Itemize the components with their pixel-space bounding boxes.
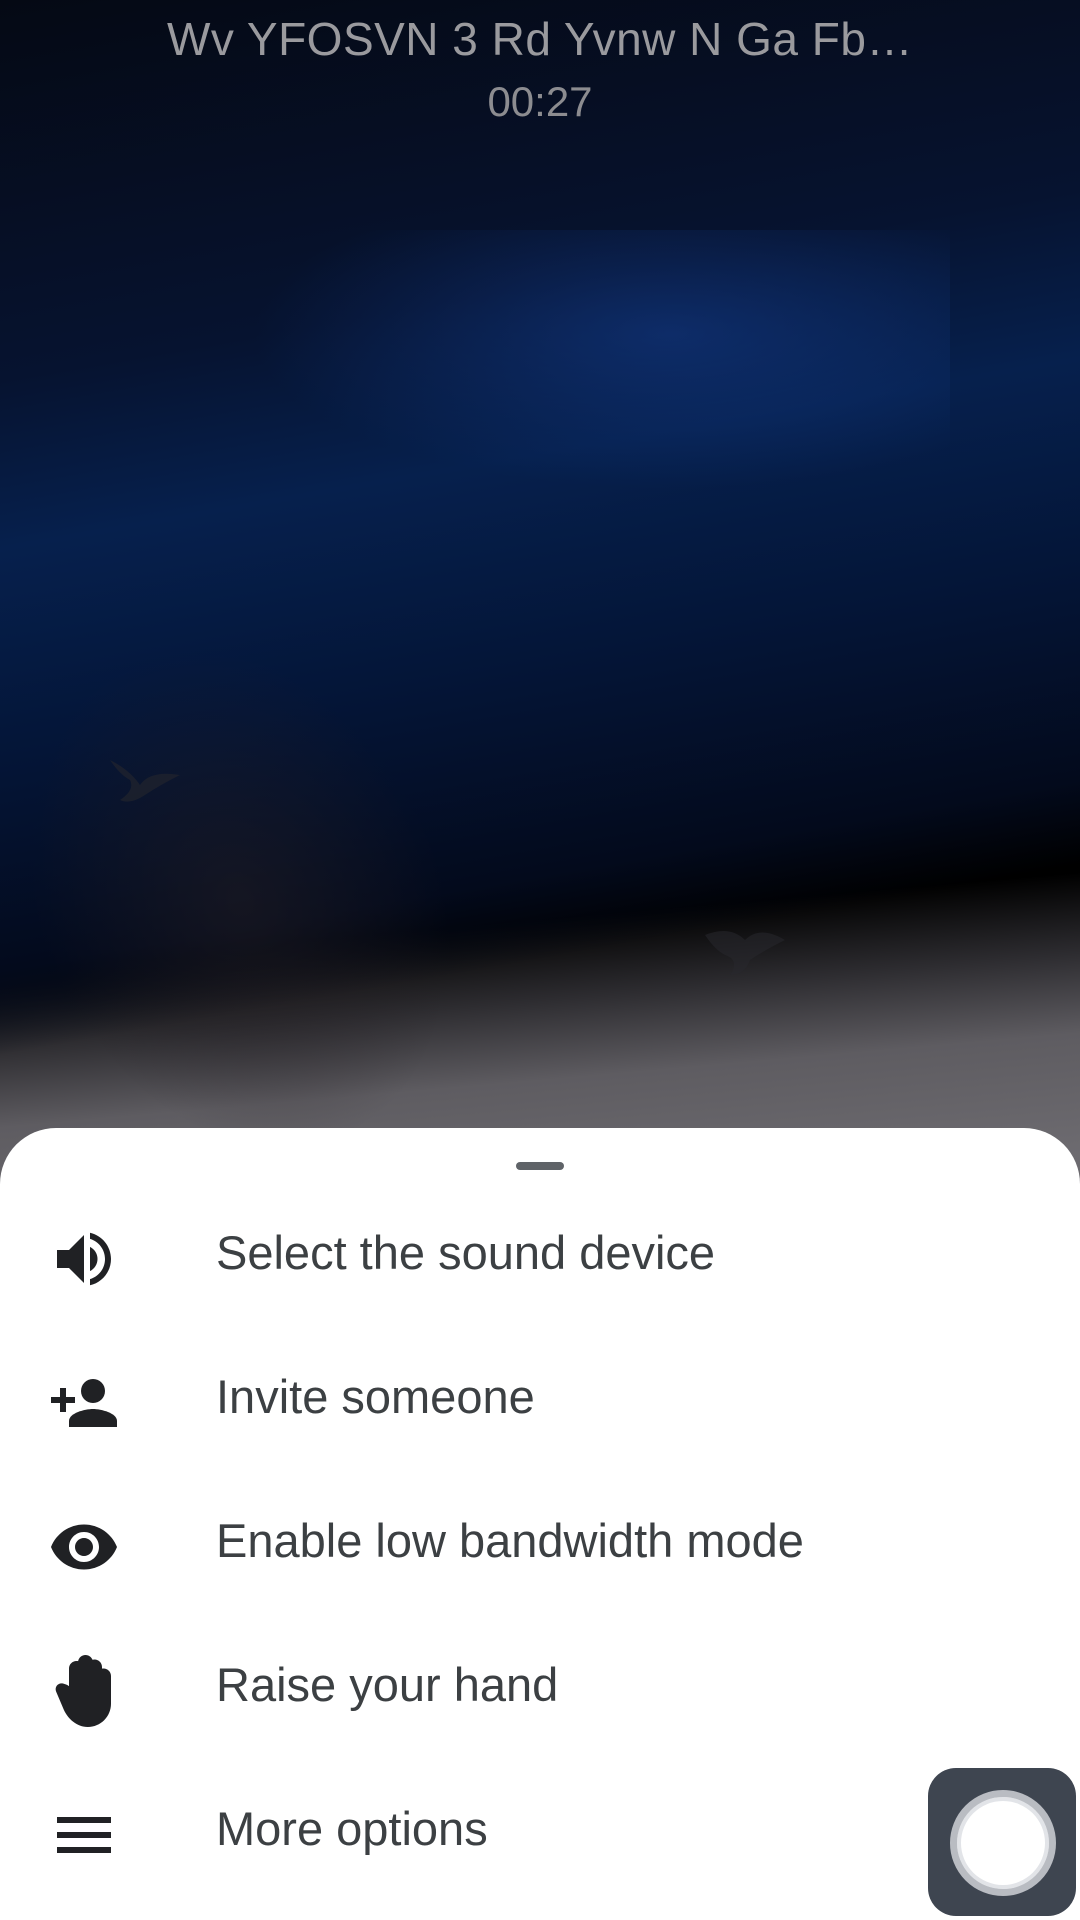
menu-item-invite-someone[interactable]: Invite someone	[0, 1325, 1080, 1469]
menu-item-more-options[interactable]: More options	[0, 1757, 1080, 1901]
menu-item-label: More options	[216, 1802, 488, 1855]
fabric-pattern-icon	[110, 760, 180, 802]
menu-item-label: Raise your hand	[216, 1658, 559, 1711]
bottom-sheet-menu: Select the sound device Invite someone E…	[0, 1128, 1080, 1920]
menu-item-label: Invite someone	[216, 1370, 535, 1423]
raise-hand-icon	[55, 1655, 111, 1727]
call-title: Wv YFOSVN 3 Rd Yvnw N Ga Fb…	[167, 13, 913, 65]
menu-item-label: Enable low bandwidth mode	[216, 1514, 804, 1567]
menu-item-raise-hand[interactable]: Raise your hand	[0, 1613, 1080, 1757]
menu-icon	[57, 1817, 111, 1853]
video-light-area	[250, 230, 950, 490]
floating-assistant-button[interactable]	[928, 1768, 1076, 1916]
sheet-drag-handle[interactable]	[516, 1162, 564, 1170]
fabric-pattern-icon	[705, 931, 785, 975]
menu-item-label: Select the sound device	[216, 1226, 716, 1279]
menu-item-select-sound-device[interactable]: Select the sound device	[0, 1181, 1080, 1325]
speaker-icon	[57, 1232, 111, 1286]
eye-icon	[51, 1524, 117, 1570]
video-shadow-area	[0, 579, 532, 1221]
call-screen: Wv YFOSVN 3 Rd Yvnw N Ga Fb… 00:27 Selec…	[0, 0, 1080, 1920]
circle-icon	[950, 1790, 1056, 1896]
menu-item-low-bandwidth-mode[interactable]: Enable low bandwidth mode	[0, 1469, 1080, 1613]
call-timer: 00:27	[487, 78, 593, 125]
add-person-icon	[51, 1379, 117, 1427]
